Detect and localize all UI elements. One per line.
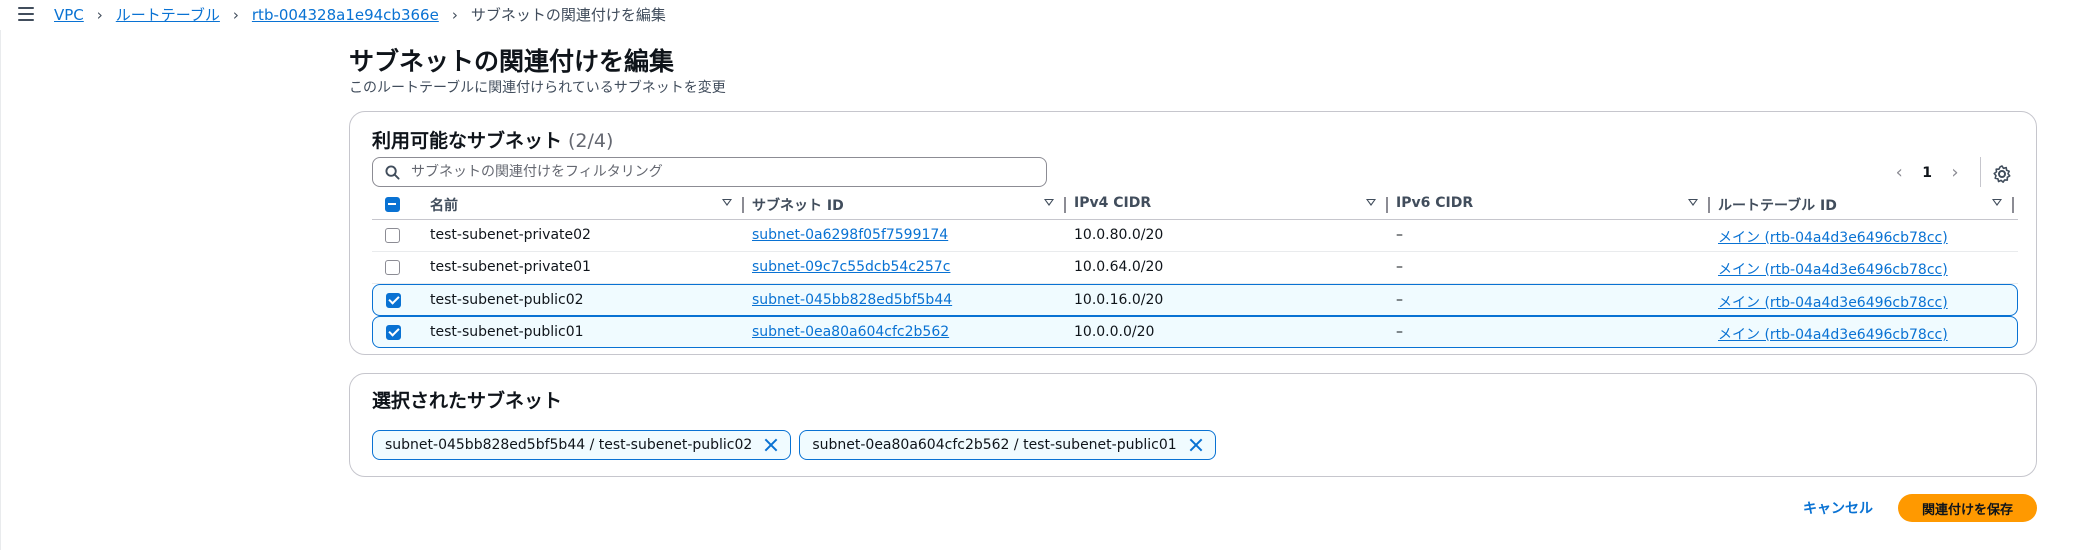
cell-name: test-subenet-public01 [430, 324, 584, 340]
cell-name: test-subenet-private01 [430, 259, 591, 275]
row-checkbox[interactable] [386, 325, 401, 340]
available-subnets-title: 利用可能なサブネット [372, 130, 563, 152]
breadcrumb-route-table-id[interactable]: rtb-004328a1e94cb366e [252, 6, 439, 24]
hamburger-menu-icon[interactable] [16, 4, 36, 24]
available-subnets-count: (2/4) [568, 130, 614, 152]
column-resizer[interactable] [2012, 197, 2014, 213]
select-all-checkbox[interactable] [385, 197, 400, 212]
page-title: サブネットの関連付けを編集 [349, 47, 675, 76]
column-resizer[interactable] [1708, 197, 1710, 213]
column-header-ipv6[interactable]: IPv6 CIDR [1396, 195, 1473, 211]
table-header: 名前 サブネット ID IPv4 CIDR IPv6 CIDR ルートテーブル … [372, 189, 2018, 220]
breadcrumb: VPC › ルートテーブル › rtb-004328a1e94cb366e › … [54, 4, 666, 25]
selected-subnets-title: 選択されたサブネット [372, 390, 563, 412]
chevron-right-icon[interactable]: › [1948, 162, 1962, 183]
table-row-selected[interactable]: test-subenet-public02 subnet-045bb828ed5… [372, 284, 2018, 316]
cell-ipv4: 10.0.80.0/20 [1074, 227, 1164, 243]
column-header-route-table-id[interactable]: ルートテーブル ID [1718, 195, 1837, 215]
cell-route-table-link[interactable]: メイン (rtb-04a4d3e6496cb78cc) [1718, 324, 1948, 344]
cell-ipv4: 10.0.64.0/20 [1074, 259, 1164, 275]
cell-subnet-id-link[interactable]: subnet-0a6298f05f7599174 [752, 227, 948, 243]
available-subnets-heading: 利用可能なサブネット (2/4) [372, 126, 613, 153]
subnet-token: subnet-045bb828ed5bf5b44 / test-subenet-… [372, 430, 792, 460]
gear-icon[interactable] [1992, 164, 2012, 184]
save-associations-button[interactable]: 関連付けを保存 [1898, 494, 2037, 522]
cell-name: test-subenet-public02 [430, 292, 584, 308]
table-row[interactable]: test-subenet-private01 subnet-09c7c55dcb… [372, 252, 2018, 284]
available-subnets-panel: 利用可能なサブネット(2/4) ‹ 1 › 名前 サブネット ID IPv4 C… [349, 111, 2037, 355]
cell-ipv6: – [1396, 259, 1403, 275]
cell-name: test-subenet-private02 [430, 227, 591, 243]
cell-subnet-id-link[interactable]: subnet-0ea80a604cfc2b562 [752, 324, 949, 340]
sort-down-icon[interactable] [1044, 199, 1054, 206]
cell-ipv4: 10.0.0.0/20 [1074, 324, 1155, 340]
left-divider [0, 30, 1, 550]
table-row-selected[interactable]: test-subenet-public01 subnet-0ea80a604cf… [372, 316, 2018, 348]
subnets-table: 名前 サブネット ID IPv4 CIDR IPv6 CIDR ルートテーブル … [372, 189, 2018, 348]
chevron-left-icon[interactable]: ‹ [1892, 162, 1906, 183]
chevron-right-icon: › [96, 5, 103, 24]
cell-route-table-link[interactable]: メイン (rtb-04a4d3e6496cb78cc) [1718, 259, 1948, 279]
column-header-ipv4[interactable]: IPv4 CIDR [1074, 195, 1151, 211]
cell-subnet-id-link[interactable]: subnet-09c7c55dcb54c257c [752, 259, 950, 275]
column-header-subnet-id[interactable]: サブネット ID [752, 195, 844, 215]
cell-ipv4: 10.0.16.0/20 [1074, 292, 1164, 308]
sort-down-icon[interactable] [1366, 199, 1376, 206]
breadcrumb-vpc[interactable]: VPC [54, 6, 84, 24]
chevron-right-icon: › [232, 5, 239, 24]
subnet-filter-input[interactable] [411, 164, 1031, 180]
cell-subnet-id-link[interactable]: subnet-045bb828ed5bf5b44 [752, 292, 952, 308]
selected-tokens: subnet-045bb828ed5bf5b44 / test-subenet-… [372, 430, 1216, 460]
row-checkbox[interactable] [385, 260, 400, 275]
breadcrumb-route-tables[interactable]: ルートテーブル [116, 4, 220, 25]
cell-route-table-link[interactable]: メイン (rtb-04a4d3e6496cb78cc) [1718, 292, 1948, 312]
column-resizer[interactable] [1064, 197, 1066, 213]
page-description: このルートテーブルに関連付けられているサブネットを変更 [349, 80, 726, 96]
subnet-filter [372, 157, 1047, 187]
breadcrumb-current: サブネットの関連付けを編集 [470, 6, 666, 24]
sort-down-icon[interactable] [722, 199, 732, 206]
page-number[interactable]: 1 [1922, 165, 1932, 181]
table-row[interactable]: test-subenet-private02 subnet-0a6298f05f… [372, 220, 2018, 252]
cell-ipv6: – [1396, 292, 1403, 308]
selected-subnets-panel: 選択されたサブネット subnet-045bb828ed5bf5b44 / te… [349, 373, 2037, 477]
pager-divider [1980, 157, 1981, 187]
column-header-name[interactable]: 名前 [430, 195, 458, 215]
pagination: ‹ 1 › [1892, 162, 1962, 183]
column-resizer[interactable] [1386, 197, 1388, 213]
search-icon [385, 165, 400, 180]
top-bar: VPC › ルートテーブル › rtb-004328a1e94cb366e › … [0, 0, 2097, 30]
cancel-button[interactable]: キャンセル [1793, 494, 1883, 522]
row-checkbox[interactable] [385, 228, 400, 243]
close-icon[interactable] [762, 436, 780, 454]
token-label: subnet-0ea80a604cfc2b562 / test-subenet-… [812, 437, 1177, 453]
row-checkbox[interactable] [386, 293, 401, 308]
close-icon[interactable] [1187, 436, 1205, 454]
subnet-token: subnet-0ea80a604cfc2b562 / test-subenet-… [799, 430, 1216, 460]
chevron-right-icon: › [451, 5, 458, 24]
cell-route-table-link[interactable]: メイン (rtb-04a4d3e6496cb78cc) [1718, 227, 1948, 247]
cell-ipv6: – [1396, 227, 1403, 243]
sort-down-icon[interactable] [1992, 199, 2002, 206]
token-label: subnet-045bb828ed5bf5b44 / test-subenet-… [385, 437, 753, 453]
cell-ipv6: – [1396, 324, 1403, 340]
sort-down-icon[interactable] [1688, 199, 1698, 206]
column-resizer[interactable] [742, 197, 744, 213]
